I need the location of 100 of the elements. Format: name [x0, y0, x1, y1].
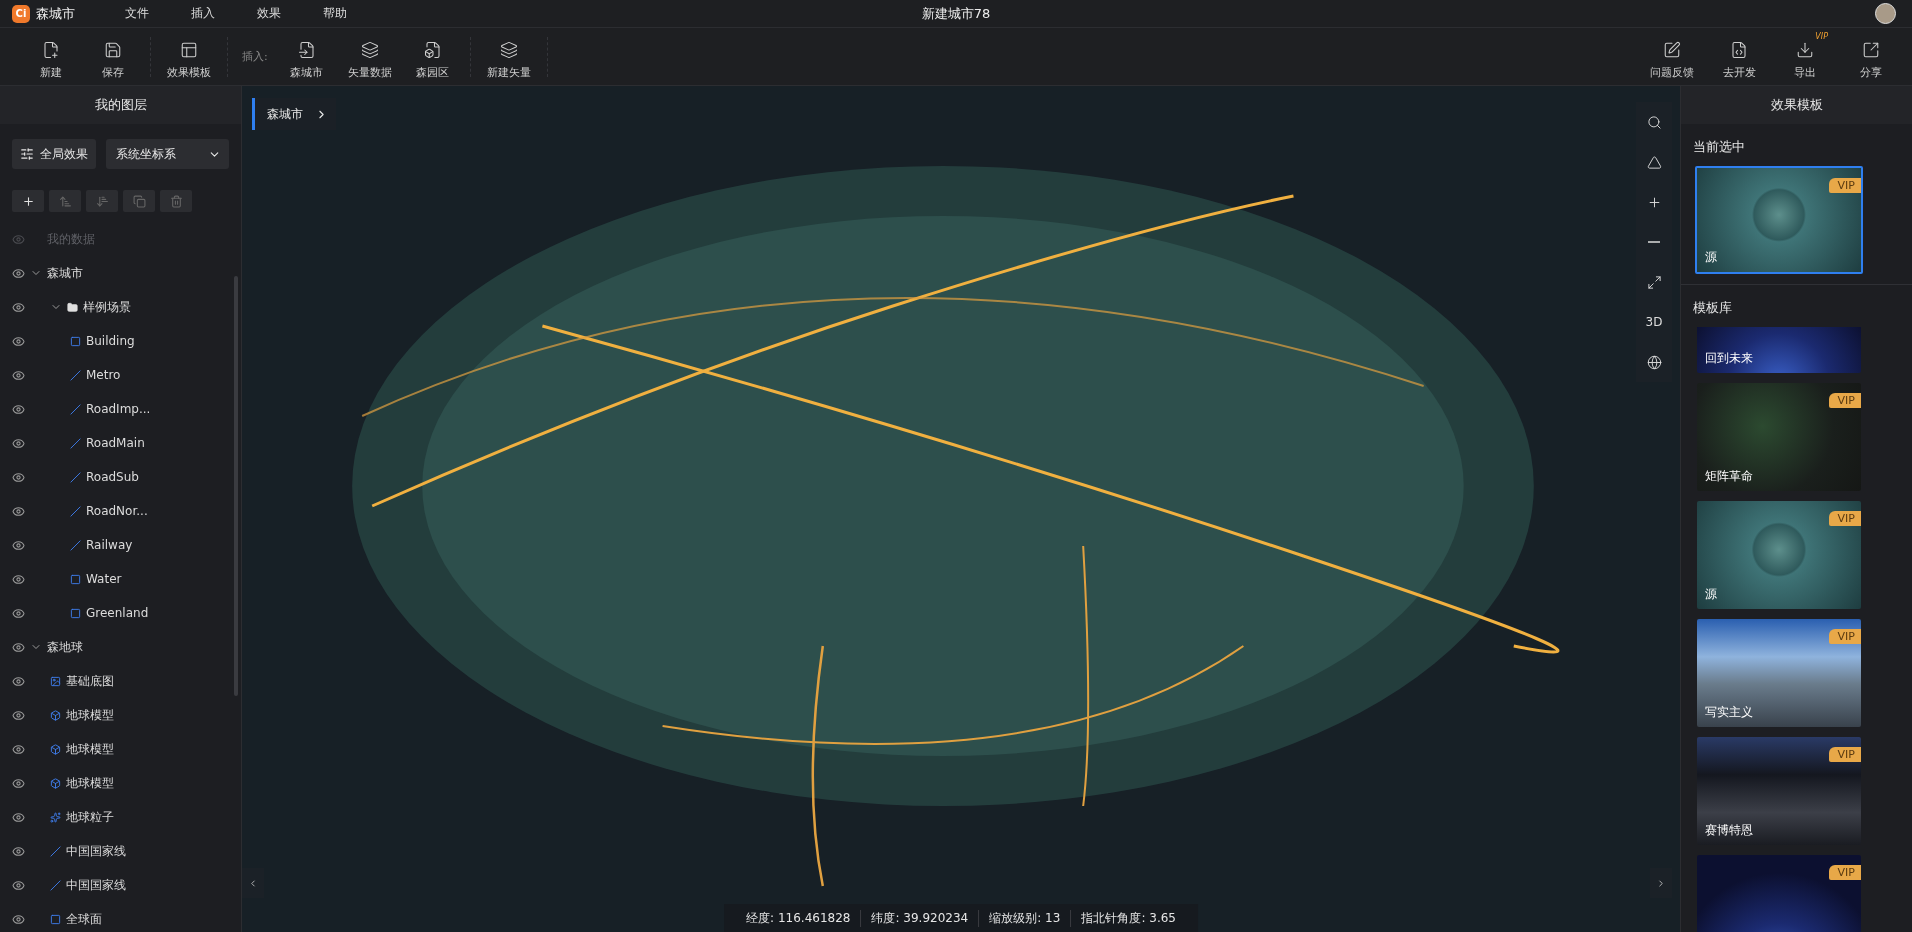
eye-icon[interactable] [12, 470, 25, 484]
add-button[interactable] [12, 190, 44, 212]
file-box-icon [423, 41, 442, 59]
eye-icon[interactable] [12, 742, 25, 756]
layer-name[interactable]: RoadImp... [86, 402, 151, 416]
eye-icon[interactable] [12, 572, 25, 586]
toolbar-button[interactable]: VIP 导出 [1778, 31, 1832, 82]
layer-name[interactable]: 森地球 [47, 638, 83, 656]
status-reading: 经度: 116.461828 [736, 909, 862, 927]
toolbar-button[interactable]: 森园区 [405, 31, 460, 82]
eye-icon[interactable] [12, 810, 25, 824]
3d-button[interactable]: 3D [1636, 302, 1672, 342]
layer-name[interactable]: RoadSub [86, 470, 139, 484]
layer-name[interactable]: 基础底图 [66, 672, 114, 690]
eye-icon[interactable] [12, 334, 25, 348]
layer-name[interactable]: RoadMain [86, 436, 145, 450]
plus-icon [21, 194, 35, 208]
template-card[interactable]: 回到未来 [1697, 327, 1861, 373]
layer-name[interactable]: 森城市 [47, 264, 83, 282]
layer-name[interactable]: 中国国家线 [66, 842, 126, 860]
toolbar-button[interactable]: 效果模板 [161, 31, 217, 82]
sliders-icon [20, 147, 34, 161]
app-logo: Ci [12, 4, 30, 23]
toolbar-button[interactable]: 新建 [24, 31, 78, 82]
line-icon [50, 879, 61, 891]
eye-icon[interactable] [12, 504, 25, 518]
eye-icon[interactable] [12, 674, 25, 688]
eye-icon[interactable] [12, 368, 25, 382]
layer-name[interactable]: RoadNor... [86, 504, 148, 518]
layer-name[interactable]: 全球面 [66, 910, 102, 928]
toolbar-button[interactable]: 去开发 [1712, 31, 1766, 82]
eye-icon[interactable] [12, 402, 25, 416]
menu-item[interactable]: 效果 [257, 5, 281, 22]
layer-name[interactable]: 地球粒子 [66, 808, 114, 826]
menu-item[interactable]: 插入 [191, 5, 215, 22]
download-icon [1796, 41, 1814, 59]
line-icon [70, 539, 81, 551]
breadcrumb[interactable]: 森城市 [252, 98, 336, 130]
eye-icon[interactable] [12, 606, 25, 620]
layer-name[interactable]: 样例场景 [83, 298, 131, 316]
layer-name[interactable]: Building [86, 334, 135, 348]
eye-icon[interactable] [12, 300, 25, 314]
template-card[interactable]: 源 VIP [1695, 166, 1863, 274]
menu-item[interactable]: 文件 [125, 5, 149, 22]
menu-item[interactable]: 帮助 [323, 5, 347, 22]
toolbar-button[interactable]: 问题反馈 [1644, 31, 1700, 82]
eye-icon[interactable] [12, 912, 25, 926]
avatar[interactable] [1875, 3, 1896, 24]
vip-badge: VIP [1828, 393, 1861, 408]
vip-badge: VIP [1828, 629, 1861, 644]
template-card[interactable]: VIP [1697, 855, 1861, 932]
save-icon [104, 41, 122, 59]
eye-icon[interactable] [12, 776, 25, 790]
layer-name[interactable]: Railway [86, 538, 133, 552]
layer-name[interactable]: 地球模型 [66, 740, 114, 758]
section-label: 当前选中 [1692, 138, 1746, 156]
toolbar-button[interactable]: 矢量数据 [341, 31, 398, 82]
layout-icon [180, 41, 198, 59]
toolbar-button[interactable]: 分享 [1844, 31, 1898, 82]
layer-name[interactable]: 地球模型 [66, 774, 114, 792]
layer-name[interactable]: 中国国家线 [66, 876, 126, 894]
eye-icon[interactable] [12, 844, 25, 858]
line-icon [70, 437, 81, 449]
eye-icon[interactable] [12, 708, 25, 722]
status-reading: 纬度: 39.920234 [861, 909, 980, 927]
vip-label: VIP [1815, 32, 1828, 41]
globe-button[interactable] [1636, 342, 1672, 382]
vip-badge: VIP [1828, 747, 1861, 762]
globe-icon [1646, 354, 1662, 370]
insert-label: 插入: [242, 49, 268, 64]
eye-icon[interactable] [12, 640, 25, 654]
search-button[interactable] [1636, 102, 1672, 142]
toolbar-button[interactable]: 新建矢量 [480, 31, 537, 82]
window-title: 新建城市78 [921, 4, 991, 23]
square-icon [70, 573, 81, 585]
template-card[interactable]: 赛博特恩 VIP [1697, 737, 1861, 845]
eye-icon[interactable] [12, 538, 25, 552]
eye-icon[interactable] [12, 266, 25, 280]
layer-name[interactable]: Greenland [86, 606, 149, 620]
layer-name[interactable]: 地球模型 [66, 706, 114, 724]
line-icon [70, 505, 81, 517]
square-icon [70, 335, 81, 347]
eye-icon[interactable] [12, 878, 25, 892]
coordinate-select[interactable]: 系统坐标系 [106, 139, 229, 169]
map-view[interactable]: 森城市 3D 经度: 116.461828 纬度: 39.920234 缩放级别: 13 指北针角度: 3.65 [242, 86, 1680, 932]
app-name: 森城市 [36, 4, 75, 23]
toolbar-button[interactable]: 森城市 [279, 31, 334, 82]
template-name: 源 [1705, 249, 1717, 266]
template-card[interactable]: 矩阵革命 VIP [1697, 383, 1861, 491]
eye-icon[interactable] [12, 436, 25, 450]
template-card[interactable]: 源 VIP [1697, 501, 1861, 609]
layer-name[interactable]: Metro [86, 368, 121, 382]
layer-name[interactable]: Water [86, 572, 122, 586]
global-effect-button[interactable]: 全局效果 [12, 139, 96, 169]
toolbar-button[interactable]: 保存 [86, 31, 140, 82]
line-icon [50, 845, 61, 857]
folder-icon [67, 301, 78, 313]
template-card[interactable]: 写实主义 VIP [1697, 619, 1861, 727]
template-name: 写实主义 [1705, 704, 1753, 721]
template-name: 矩阵革命 [1705, 468, 1753, 485]
